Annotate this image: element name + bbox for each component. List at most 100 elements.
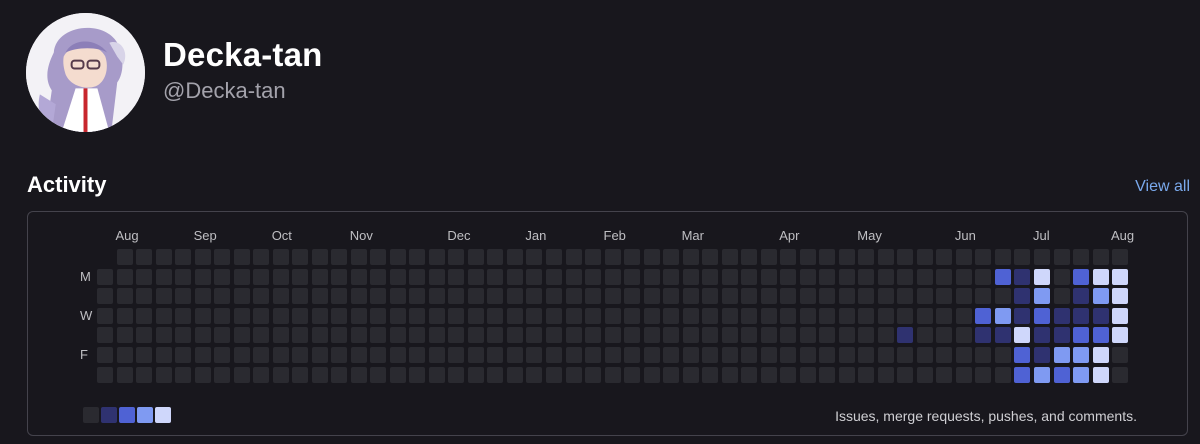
contribution-cell[interactable]	[370, 347, 387, 363]
contribution-cell[interactable]	[721, 307, 738, 324]
contribution-cell[interactable]	[1073, 249, 1089, 265]
contribution-cell[interactable]	[565, 366, 582, 383]
contribution-cell[interactable]	[721, 268, 738, 285]
contribution-cell[interactable]	[702, 366, 719, 383]
contribution-cell[interactable]	[467, 366, 484, 383]
contribution-cell[interactable]	[428, 249, 445, 265]
contribution-cell[interactable]	[1014, 249, 1031, 265]
contribution-cell[interactable]	[955, 288, 972, 305]
contribution-cell[interactable]	[116, 347, 133, 363]
contribution-cell[interactable]	[780, 347, 797, 363]
contribution-cell[interactable]	[194, 366, 211, 383]
contribution-cell[interactable]	[1014, 366, 1031, 383]
contribution-cell[interactable]	[819, 307, 836, 324]
contribution-cell[interactable]	[877, 366, 894, 383]
contribution-cell[interactable]	[233, 288, 250, 305]
contribution-cell[interactable]	[663, 249, 680, 265]
contribution-cell[interactable]	[350, 366, 367, 383]
contribution-cell[interactable]	[350, 268, 367, 285]
contribution-cell[interactable]	[448, 249, 465, 265]
contribution-cell[interactable]	[682, 249, 699, 265]
contribution-cell[interactable]	[136, 366, 152, 383]
contribution-cell[interactable]	[819, 366, 836, 383]
contribution-cell[interactable]	[819, 288, 836, 305]
contribution-cell[interactable]	[663, 327, 680, 344]
contribution-cell[interactable]	[916, 288, 933, 305]
contribution-cell[interactable]	[428, 268, 445, 285]
contribution-cell[interactable]	[780, 249, 797, 265]
contribution-cell[interactable]	[448, 366, 465, 383]
contribution-cell[interactable]	[916, 347, 933, 363]
contribution-cell[interactable]	[428, 327, 445, 344]
contribution-cell[interactable]	[897, 327, 914, 344]
contribution-cell[interactable]	[663, 347, 680, 363]
contribution-cell[interactable]	[1112, 288, 1128, 305]
contribution-cell[interactable]	[233, 307, 250, 324]
contribution-cell[interactable]	[1053, 307, 1070, 324]
contribution-cell[interactable]	[331, 366, 348, 383]
contribution-cell[interactable]	[467, 268, 484, 285]
contribution-cell[interactable]	[526, 327, 543, 344]
contribution-cell[interactable]	[311, 288, 328, 305]
contribution-cell[interactable]	[585, 249, 601, 265]
contribution-cell[interactable]	[272, 366, 289, 383]
contribution-cell[interactable]	[955, 268, 972, 285]
contribution-cell[interactable]	[487, 327, 504, 344]
contribution-cell[interactable]	[741, 347, 758, 363]
contribution-cell[interactable]	[643, 347, 660, 363]
contribution-cell[interactable]	[136, 307, 152, 324]
contribution-cell[interactable]	[1034, 347, 1050, 363]
contribution-cell[interactable]	[233, 268, 250, 285]
contribution-cell[interactable]	[253, 249, 270, 265]
contribution-cell[interactable]	[643, 327, 660, 344]
contribution-cell[interactable]	[936, 288, 953, 305]
contribution-cell[interactable]	[409, 307, 426, 324]
contribution-cell[interactable]	[253, 288, 270, 305]
contribution-cell[interactable]	[955, 347, 972, 363]
contribution-cell[interactable]	[877, 268, 894, 285]
contribution-cell[interactable]	[97, 268, 113, 285]
contribution-cell[interactable]	[233, 327, 250, 344]
contribution-cell[interactable]	[858, 347, 875, 363]
contribution-cell[interactable]	[97, 327, 113, 344]
contribution-cell[interactable]	[916, 268, 933, 285]
contribution-cell[interactable]	[760, 249, 777, 265]
contribution-cell[interactable]	[1014, 288, 1031, 305]
contribution-cell[interactable]	[1034, 268, 1050, 285]
contribution-cell[interactable]	[487, 307, 504, 324]
contribution-cell[interactable]	[194, 307, 211, 324]
contribution-cell[interactable]	[585, 327, 601, 344]
contribution-cell[interactable]	[1053, 366, 1070, 383]
contribution-cell[interactable]	[663, 288, 680, 305]
contribution-cell[interactable]	[643, 307, 660, 324]
contribution-cell[interactable]	[1092, 288, 1109, 305]
contribution-cell[interactable]	[936, 327, 953, 344]
contribution-cell[interactable]	[116, 288, 133, 305]
contribution-cell[interactable]	[350, 307, 367, 324]
contribution-cell[interactable]	[350, 327, 367, 344]
contribution-cell[interactable]	[877, 307, 894, 324]
contribution-cell[interactable]	[233, 366, 250, 383]
contribution-cell[interactable]	[838, 347, 855, 363]
contribution-cell[interactable]	[838, 268, 855, 285]
contribution-cell[interactable]	[897, 288, 914, 305]
contribution-cell[interactable]	[760, 307, 777, 324]
contribution-cell[interactable]	[155, 366, 172, 383]
contribution-cell[interactable]	[448, 307, 465, 324]
contribution-cell[interactable]	[526, 366, 543, 383]
contribution-cell[interactable]	[624, 307, 640, 324]
contribution-cell[interactable]	[936, 249, 953, 265]
contribution-cell[interactable]	[506, 307, 523, 324]
contribution-cell[interactable]	[116, 366, 133, 383]
contribution-cell[interactable]	[604, 366, 621, 383]
contribution-cell[interactable]	[565, 307, 582, 324]
contribution-cell[interactable]	[643, 268, 660, 285]
contribution-cell[interactable]	[955, 249, 972, 265]
contribution-cell[interactable]	[194, 249, 211, 265]
contribution-cell[interactable]	[214, 366, 231, 383]
contribution-cell[interactable]	[526, 288, 543, 305]
contribution-cell[interactable]	[975, 366, 992, 383]
contribution-cell[interactable]	[643, 288, 660, 305]
contribution-cell[interactable]	[448, 347, 465, 363]
contribution-cell[interactable]	[1034, 307, 1050, 324]
